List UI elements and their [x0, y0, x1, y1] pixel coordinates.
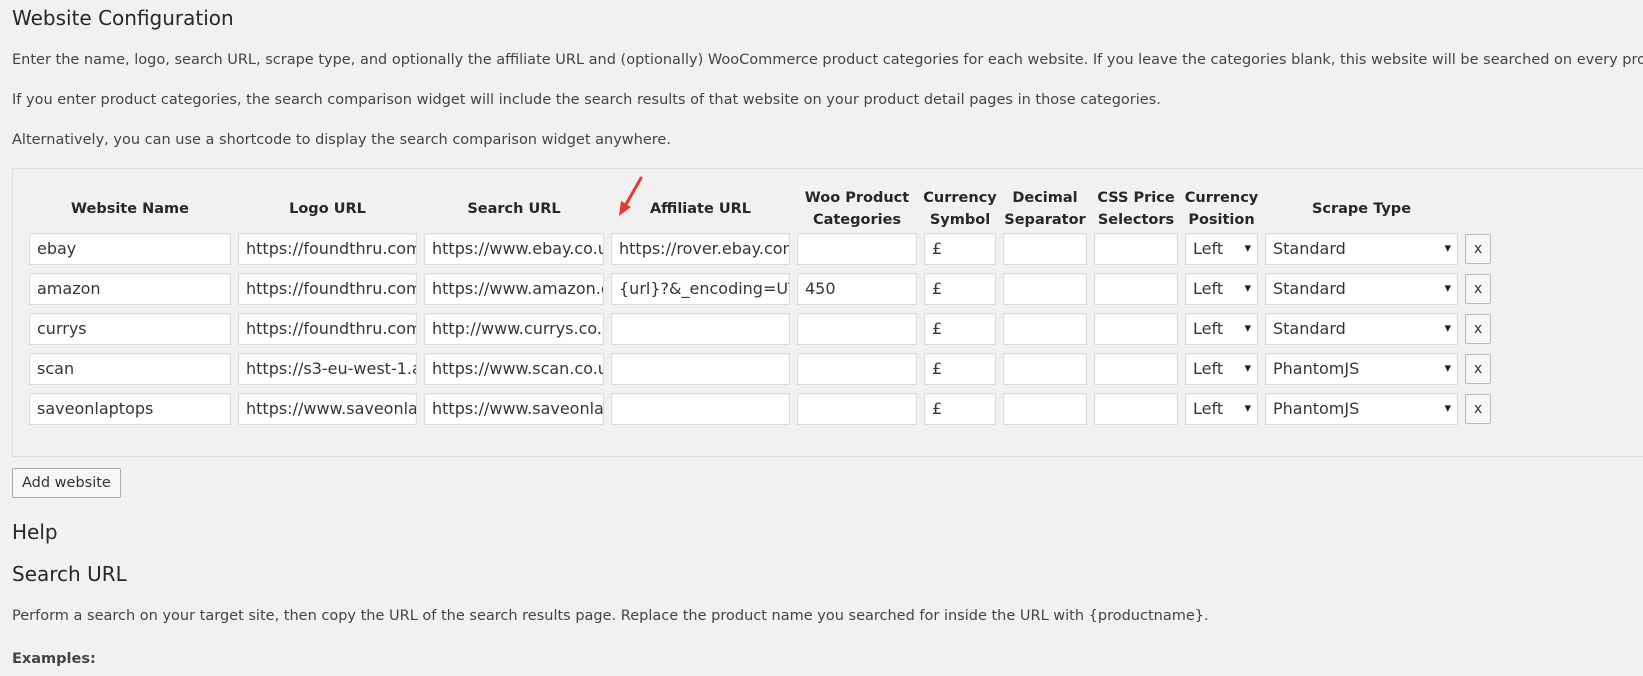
scrape-type-select[interactable]: PhantomJS [1265, 353, 1458, 385]
css-price-selectors-input[interactable] [1094, 353, 1178, 385]
header-website-name: Website Name [71, 201, 189, 217]
affiliate-url-input[interactable] [611, 313, 790, 345]
remove-website-button[interactable]: x [1465, 314, 1491, 344]
page-title: Website Configuration [12, 6, 234, 30]
woo-categories-input[interactable] [797, 233, 917, 265]
decimal-separator-input[interactable] [1003, 353, 1087, 385]
css-price-selectors-input[interactable] [1094, 393, 1178, 425]
intro-paragraph-1: Enter the name, logo, search URL, scrape… [12, 52, 1643, 68]
website-name-input[interactable]: amazon [29, 273, 231, 305]
logo-url-input[interactable]: https://www.saveonlap [238, 393, 417, 425]
logo-url-input[interactable]: https://s3-eu-west-1.a [238, 353, 417, 385]
css-price-selectors-input[interactable] [1094, 273, 1178, 305]
remove-website-button[interactable]: x [1465, 234, 1491, 264]
help-heading: Help [12, 520, 58, 544]
woo-categories-input[interactable] [797, 353, 917, 385]
currency-symbol-input[interactable]: £ [924, 393, 996, 425]
header-currency-symbol: Currency Symbol [923, 190, 997, 228]
scrape-type-select[interactable]: Standard [1265, 313, 1458, 345]
add-website-button[interactable]: Add website [12, 468, 121, 498]
red-arrow-annotation-icon [617, 176, 647, 220]
website-name-input[interactable]: scan [29, 353, 231, 385]
website-name-input[interactable]: saveonlaptops [29, 393, 231, 425]
remove-website-button[interactable]: x [1465, 354, 1491, 384]
website-name-input[interactable]: currys [29, 313, 231, 345]
logo-url-input[interactable]: https://foundthru.com [238, 273, 417, 305]
header-search-url: Search URL [467, 201, 561, 217]
currency-position-select[interactable]: Left [1185, 313, 1258, 345]
remove-website-button[interactable]: x [1465, 394, 1491, 424]
examples-label: Examples: [12, 651, 96, 667]
logo-url-input[interactable]: https://foundthru.com [238, 313, 417, 345]
affiliate-url-input[interactable]: {url}?&_encoding=UTF [611, 273, 790, 305]
websites-table: Website Name Logo URL Search URL Affiliate … [12, 168, 1643, 457]
search-url-input[interactable]: https://www.amazon.c [424, 273, 604, 305]
scrape-type-select[interactable]: Standard [1265, 233, 1458, 265]
css-price-selectors-input[interactable] [1094, 233, 1178, 265]
intro-paragraph-2: If you enter product categories, the sea… [12, 92, 1161, 108]
currency-position-select[interactable]: Left [1185, 273, 1258, 305]
affiliate-url-input[interactable] [611, 393, 790, 425]
search-url-input[interactable]: https://www.saveonlap [424, 393, 604, 425]
scrape-type-select[interactable]: Standard [1265, 273, 1458, 305]
currency-symbol-input[interactable]: £ [924, 273, 996, 305]
search-url-description: Perform a search on your target site, th… [12, 608, 1209, 624]
intro-paragraph-3: Alternatively, you can use a shortcode t… [12, 132, 671, 148]
header-woo-product-categories: Woo Product Categories [804, 190, 910, 228]
search-url-input[interactable]: http://www.currys.co.u [424, 313, 604, 345]
affiliate-url-input[interactable] [611, 353, 790, 385]
scrape-type-select[interactable]: PhantomJS [1265, 393, 1458, 425]
woo-categories-input[interactable] [797, 313, 917, 345]
currency-symbol-input[interactable]: £ [924, 233, 996, 265]
header-logo-url: Logo URL [289, 201, 366, 217]
decimal-separator-input[interactable] [1003, 233, 1087, 265]
currency-position-select[interactable]: Left [1185, 393, 1258, 425]
search-url-input[interactable]: https://www.scan.co.ul [424, 353, 604, 385]
css-price-selectors-input[interactable] [1094, 313, 1178, 345]
header-currency-position: Currency Position [1184, 190, 1259, 228]
header-scrape-type: Scrape Type [1311, 201, 1412, 217]
search-url-input[interactable]: https://www.ebay.co.u [424, 233, 604, 265]
affiliate-url-input[interactable]: https://rover.ebay.com [611, 233, 790, 265]
currency-position-select[interactable]: Left [1185, 353, 1258, 385]
header-css-price-selectors: CSS Price Selectors [1097, 190, 1175, 228]
decimal-separator-input[interactable] [1003, 273, 1087, 305]
decimal-separator-input[interactable] [1003, 393, 1087, 425]
search-url-heading: Search URL [12, 562, 127, 586]
website-name-input[interactable]: ebay [29, 233, 231, 265]
logo-url-input[interactable]: https://foundthru.com [238, 233, 417, 265]
currency-symbol-input[interactable]: £ [924, 353, 996, 385]
currency-symbol-input[interactable]: £ [924, 313, 996, 345]
decimal-separator-input[interactable] [1003, 313, 1087, 345]
woo-categories-input[interactable] [797, 393, 917, 425]
currency-position-select[interactable]: Left [1185, 233, 1258, 265]
woo-categories-input[interactable]: 450 [797, 273, 917, 305]
header-decimal-separator: Decimal Separator [1004, 190, 1086, 228]
remove-website-button[interactable]: x [1465, 274, 1491, 304]
